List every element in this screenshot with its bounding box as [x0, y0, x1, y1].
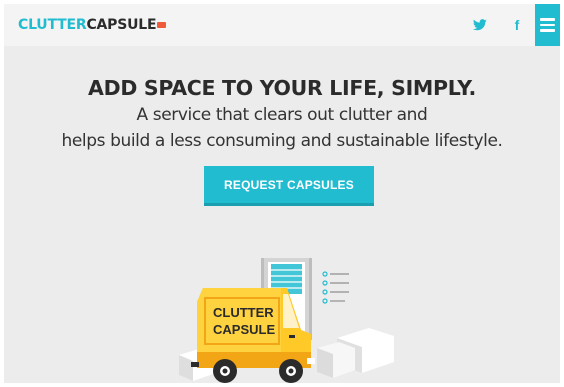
request-capsules-button[interactable]: REQUEST CAPSULES: [204, 166, 374, 206]
logo-text-clutter: CLUTTER: [18, 17, 87, 33]
box-stack-icon: [317, 328, 394, 378]
menu-bar: [540, 23, 555, 27]
checklist-icon: [322, 271, 349, 304]
menu-bar: [540, 29, 555, 32]
hero-headline: ADD SPACE TO YOUR LIFE, SIMPLY.: [88, 76, 476, 100]
truck-text-clutter: CLUTTER: [213, 305, 274, 320]
hamburger-menu-icon[interactable]: [535, 4, 560, 46]
truck-text-capsule: CAPSULE: [213, 322, 275, 337]
hero-subline-1: A service that clears out clutter and: [136, 105, 428, 125]
twitter-icon[interactable]: [471, 16, 489, 34]
site-logo[interactable]: CLUTTERCAPSULE: [18, 17, 167, 33]
page-frame: CLUTTERCAPSULE f ADD SPACE TO YOUR LIFE,…: [4, 4, 560, 383]
site-header: CLUTTERCAPSULE f: [4, 4, 560, 46]
logo-badge: [157, 22, 167, 28]
logo-text-capsule: CAPSULE: [86, 17, 157, 33]
menu-bar: [540, 18, 555, 21]
facebook-icon[interactable]: f: [508, 16, 526, 34]
truck-illustration: CLUTTER CAPSULE: [179, 258, 394, 383]
hero-subline-2: helps build a less consuming and sustain…: [61, 131, 503, 151]
